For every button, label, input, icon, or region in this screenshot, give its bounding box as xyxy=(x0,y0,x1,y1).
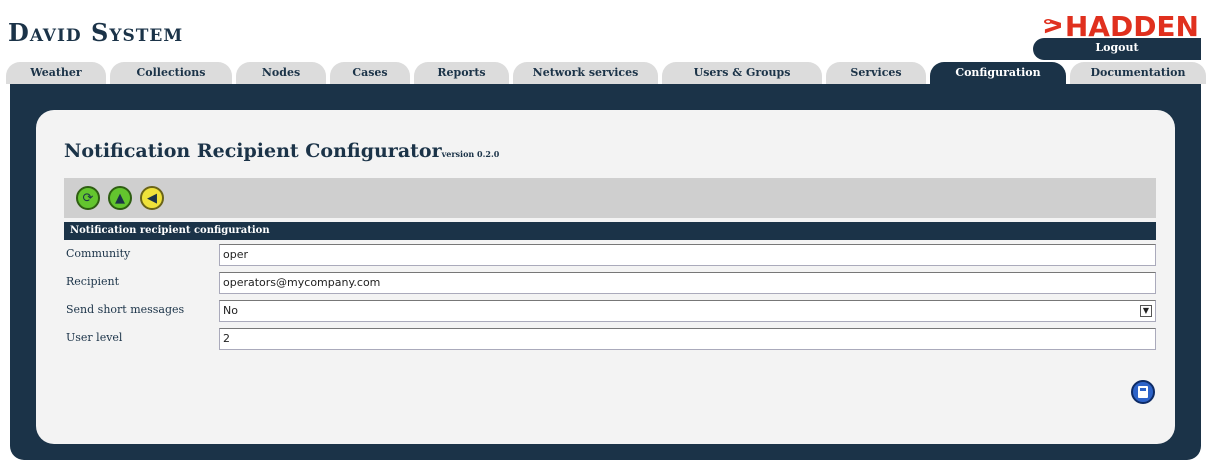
content-frame: Notification Recipient Configuratorversi… xyxy=(10,84,1201,460)
up-icon[interactable]: ▲ xyxy=(108,186,132,210)
tab-collections[interactable]: Collections xyxy=(110,62,232,84)
main-tabs: Weather Collections Nodes Cases Reports … xyxy=(6,62,1206,84)
tab-services[interactable]: Services xyxy=(826,62,926,84)
tab-nodes[interactable]: Nodes xyxy=(236,62,326,84)
floppy-disk-icon xyxy=(1138,386,1148,398)
recipient-row: Recipient operators@mycompany.com xyxy=(64,270,1156,294)
community-label: Community xyxy=(66,247,131,260)
tab-documentation[interactable]: Documentation xyxy=(1070,62,1206,84)
level-label: User level xyxy=(66,331,123,344)
recipient-label: Recipient xyxy=(66,275,120,288)
tab-weather[interactable]: Weather xyxy=(6,62,106,84)
level-row: User level 2 xyxy=(64,326,1156,350)
page-title-text: Notification Recipient Configurator xyxy=(64,140,442,162)
action-toolbar: ⟳ ▲ ◀ xyxy=(64,178,1156,218)
community-row: Community oper xyxy=(64,242,1156,266)
sms-select[interactable]: No ▼ xyxy=(219,300,1156,322)
community-input[interactable]: oper xyxy=(219,244,1156,266)
level-input[interactable]: 2 xyxy=(219,328,1156,350)
sms-select-value: No xyxy=(223,304,238,317)
section-header: Notification recipient configuration xyxy=(64,222,1156,240)
back-icon[interactable]: ◀ xyxy=(140,186,164,210)
tab-reports[interactable]: Reports xyxy=(414,62,509,84)
recipient-input[interactable]: operators@mycompany.com xyxy=(219,272,1156,294)
logout-button[interactable]: Logout xyxy=(1033,38,1201,60)
logo-mark-icon: ᕗ xyxy=(1042,14,1063,39)
sms-label: Send short messages xyxy=(66,303,185,316)
page-title: Notification Recipient Configuratorversi… xyxy=(64,140,499,162)
tab-network-services[interactable]: Network services xyxy=(513,62,658,84)
chevron-down-icon[interactable]: ▼ xyxy=(1140,305,1152,317)
tab-users-groups[interactable]: Users & Groups xyxy=(662,62,822,84)
configurator-panel: Notification Recipient Configuratorversi… xyxy=(36,110,1175,444)
sms-row: Send short messages No ▼ xyxy=(64,298,1156,322)
version-label: version 0.2.0 xyxy=(441,149,500,159)
refresh-icon[interactable]: ⟳ xyxy=(76,186,100,210)
save-icon[interactable] xyxy=(1131,380,1155,404)
tab-configuration[interactable]: Configuration xyxy=(930,62,1066,84)
tab-cases[interactable]: Cases xyxy=(330,62,410,84)
brand-title: David System xyxy=(8,18,184,47)
